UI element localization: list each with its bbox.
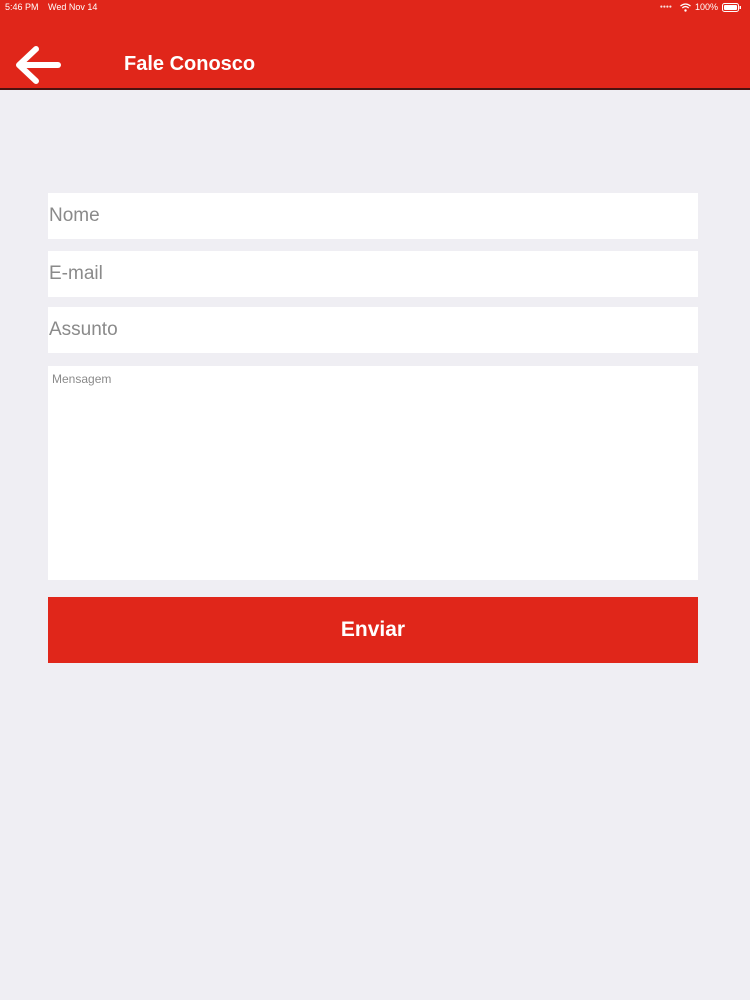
status-date: Wed Nov 14 [48,2,98,12]
navigation-bar: Fale Conosco [0,14,750,90]
subject-input[interactable] [48,307,698,353]
status-bar: 5:46 PM Wed Nov 14 ●●●● 100% [0,0,750,14]
name-input[interactable] [48,193,698,239]
status-time: 5:46 PM [5,2,39,12]
wifi-icon [680,2,691,12]
email-input[interactable] [48,251,698,297]
battery-percent: 100% [694,2,718,12]
back-button[interactable] [12,44,64,86]
page-title: Fale Conosco [124,53,256,75]
message-textarea[interactable] [48,366,698,580]
status-indicators: ●●●● 100% [660,0,742,14]
signal-icon: ●●●● [659,4,672,10]
send-button[interactable]: Enviar [48,597,698,663]
battery-icon [722,2,742,12]
arrow-left-icon [12,44,64,86]
